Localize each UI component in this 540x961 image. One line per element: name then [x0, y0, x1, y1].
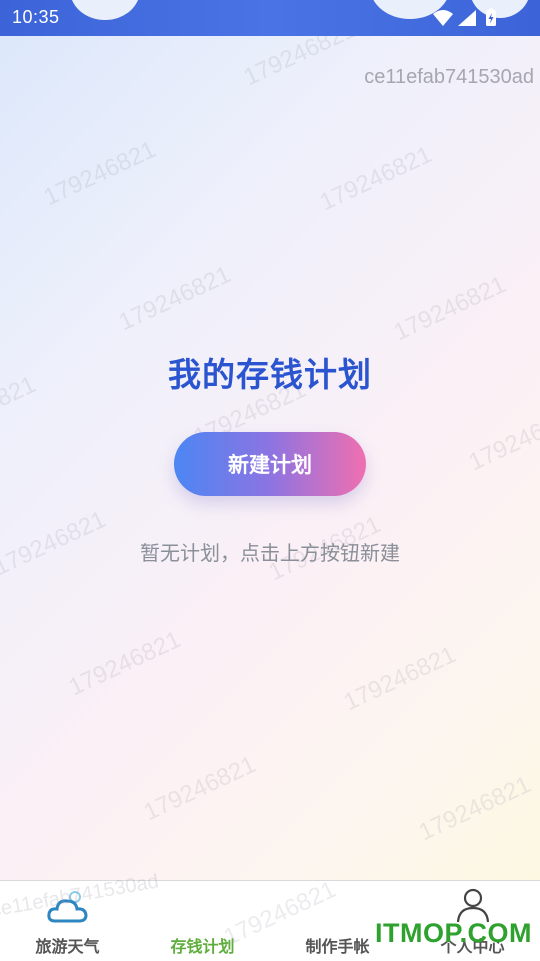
cloud-icon: [46, 889, 89, 929]
tab-label: 存钱计划: [170, 937, 235, 956]
signal-icon: [458, 10, 476, 26]
watermark: 179246821: [39, 135, 161, 212]
battery-icon: [486, 8, 496, 26]
page-title: 我的存钱计划: [168, 355, 372, 394]
watermark: 179246821: [414, 770, 536, 847]
status-time: 10:35: [12, 7, 60, 27]
tab-label: 旅游天气: [35, 937, 100, 956]
brand-watermark: ITMOP.COM: [374, 918, 532, 948]
tab-savings-plan[interactable]: 存钱计划: [135, 881, 270, 961]
watermark: 179246821: [315, 140, 437, 217]
watermark: 179246821: [339, 640, 461, 717]
new-plan-button[interactable]: 新建计划: [174, 432, 366, 496]
header-cloud-decoration: [70, 0, 140, 20]
device-id-label: ce11efab741530ad: [364, 66, 534, 88]
status-bar: 10:35: [0, 0, 540, 36]
app-background: 179246821 179246821 179246821 179246821 …: [0, 0, 540, 880]
watermark: 179246821: [114, 260, 236, 337]
status-icons: [432, 8, 500, 28]
empty-state-hint: 暂无计划，点击上方按钮新建: [140, 541, 400, 565]
watermark: 179246821: [464, 400, 540, 477]
watermark: 179246821: [389, 270, 511, 347]
watermark: 179246821: [64, 625, 186, 702]
tab-travel-weather[interactable]: 旅游天气: [0, 881, 135, 961]
watermark: 179246821: [139, 750, 261, 827]
wifi-icon: [433, 10, 453, 26]
